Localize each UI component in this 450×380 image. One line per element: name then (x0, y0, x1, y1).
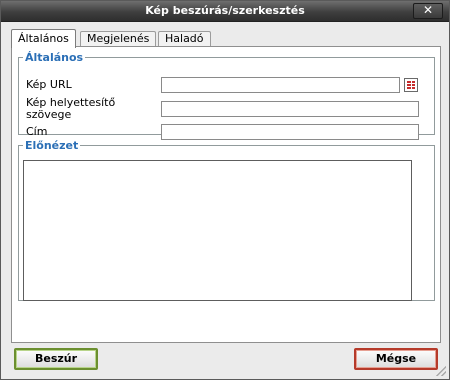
general-legend: Általános (25, 51, 84, 64)
close-button[interactable]: ✕ (413, 3, 443, 19)
browse-icon[interactable] (404, 78, 418, 92)
image-url-input[interactable] (161, 77, 400, 93)
preview-fieldset: Előnézet (18, 139, 435, 301)
cancel-button[interactable]: Mégse (354, 348, 438, 370)
alt-text-input[interactable] (161, 101, 419, 117)
dialog-title: Kép beszúrás/szerkesztés (145, 4, 305, 17)
title-input[interactable] (161, 124, 419, 140)
title-label: Cím (26, 125, 48, 138)
preview-legend: Előnézet (25, 139, 79, 152)
image-url-label: Kép URL (26, 78, 72, 91)
tab-panel: Általános Kép URL Kép helyettesítő szöve… (11, 46, 441, 343)
resize-grip-icon[interactable] (436, 366, 446, 376)
tab-general[interactable]: Általános (11, 29, 76, 48)
preview-area (23, 160, 412, 301)
title-bar[interactable]: Kép beszúrás/szerkesztés ✕ (1, 1, 449, 22)
image-dialog: Kép beszúrás/szerkesztés ✕ Általános Meg… (0, 0, 450, 380)
tab-advanced[interactable]: Haladó (158, 31, 211, 47)
insert-button[interactable]: Beszúr (14, 348, 98, 370)
close-icon: ✕ (422, 3, 434, 17)
tab-appearance[interactable]: Megjelenés (80, 31, 157, 47)
alt-text-label: Kép helyettesítő szövege (26, 96, 116, 121)
general-fieldset: Általános Kép URL Kép helyettesítő szöve… (18, 51, 435, 140)
